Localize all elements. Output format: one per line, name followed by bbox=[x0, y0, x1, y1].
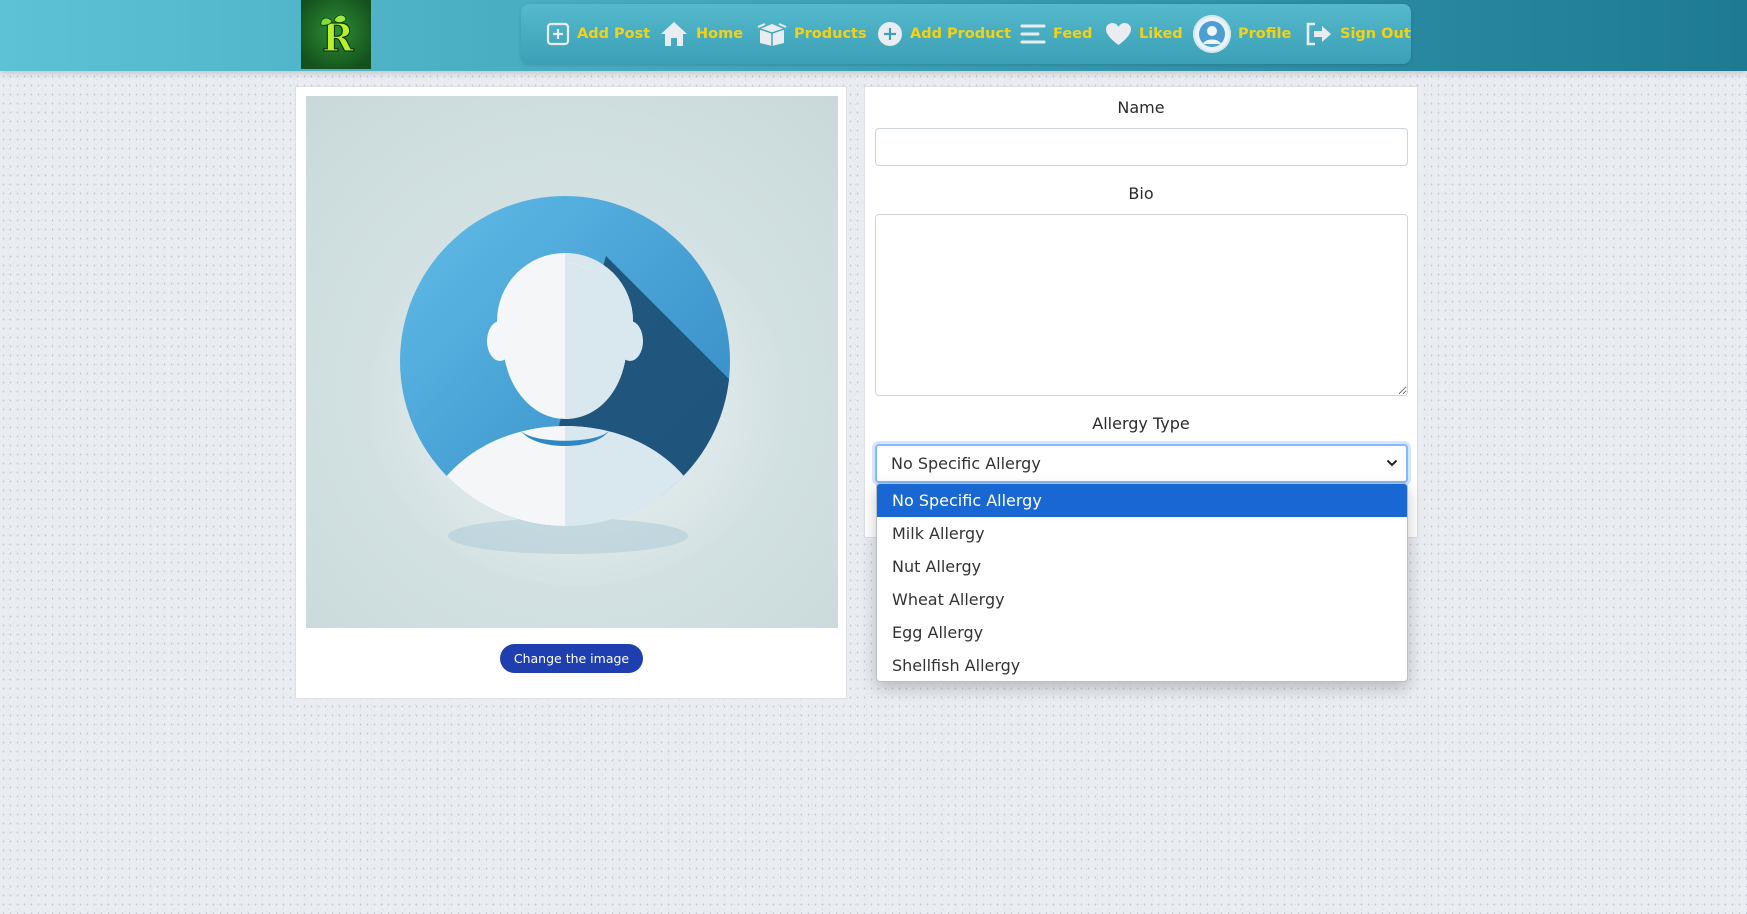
profile-image bbox=[306, 96, 838, 628]
allergy-option-shellfish[interactable]: Shellfish Allergy bbox=[877, 649, 1407, 681]
chevron-down-icon bbox=[1386, 459, 1398, 467]
default-avatar-illustration bbox=[363, 186, 793, 586]
leaf-r-logo-icon: R bbox=[320, 14, 355, 59]
name-field[interactable] bbox=[875, 128, 1408, 166]
name-label: Name bbox=[1117, 98, 1165, 117]
change-image-button[interactable]: Change the image bbox=[500, 644, 643, 673]
nav-feed-label: Feed bbox=[1053, 26, 1093, 42]
app-logo[interactable]: R bbox=[301, 0, 371, 69]
profile-image-card: Change the image bbox=[295, 86, 847, 699]
plus-square-icon bbox=[546, 22, 570, 46]
allergy-option-egg[interactable]: Egg Allergy bbox=[877, 616, 1407, 649]
top-navbar: R Add Post Home Products Add Product Fee… bbox=[0, 0, 1747, 71]
nav-products-label: Products bbox=[794, 26, 867, 42]
nav-add-post[interactable]: Add Post bbox=[546, 4, 650, 64]
allergy-option-milk[interactable]: Milk Allergy bbox=[877, 517, 1407, 550]
allergy-option-wheat[interactable]: Wheat Allergy bbox=[877, 583, 1407, 616]
nav-home-label: Home bbox=[696, 26, 744, 42]
allergy-type-label: Allergy Type bbox=[1092, 414, 1190, 433]
allergy-type-selected-value: No Specific Allergy bbox=[891, 454, 1041, 473]
sign-out-icon bbox=[1306, 22, 1331, 46]
nav-liked-label: Liked bbox=[1139, 26, 1183, 42]
nav-sign-out-label: Sign Out bbox=[1340, 26, 1411, 42]
nav-menu: Add Post Home Products Add Product Feed … bbox=[521, 4, 1411, 64]
nav-sign-out[interactable]: Sign Out bbox=[1305, 4, 1411, 64]
menu-lines-icon bbox=[1020, 24, 1046, 44]
allergy-type-dropdown: No Specific Allergy Milk Allergy Nut All… bbox=[876, 483, 1408, 682]
allergy-option-nut[interactable]: Nut Allergy bbox=[877, 550, 1407, 583]
profile-form-card: Name Bio Allergy Type No Specific Allerg… bbox=[864, 86, 1418, 538]
nav-add-product[interactable]: Add Product bbox=[877, 4, 1011, 64]
avatar bbox=[1193, 15, 1231, 53]
nav-home[interactable]: Home bbox=[659, 4, 743, 64]
bio-label: Bio bbox=[1128, 184, 1154, 203]
bio-field[interactable] bbox=[875, 214, 1408, 396]
allergy-option-no-specific[interactable]: No Specific Allergy bbox=[877, 484, 1407, 517]
nav-profile-label: Profile bbox=[1238, 26, 1292, 42]
plus-circle-icon bbox=[878, 22, 902, 46]
nav-liked[interactable]: Liked bbox=[1105, 4, 1183, 64]
box-icon bbox=[757, 23, 787, 46]
allergy-type-select[interactable]: No Specific Allergy bbox=[875, 444, 1408, 483]
avatar-icon bbox=[1199, 21, 1225, 47]
home-icon bbox=[661, 22, 687, 46]
nav-add-post-label: Add Post bbox=[577, 26, 651, 42]
nav-profile[interactable]: Profile bbox=[1193, 4, 1291, 64]
nav-products[interactable]: Products bbox=[757, 4, 867, 64]
heart-icon bbox=[1106, 23, 1131, 45]
nav-add-product-label: Add Product bbox=[910, 26, 1011, 42]
nav-feed[interactable]: Feed bbox=[1020, 4, 1092, 64]
